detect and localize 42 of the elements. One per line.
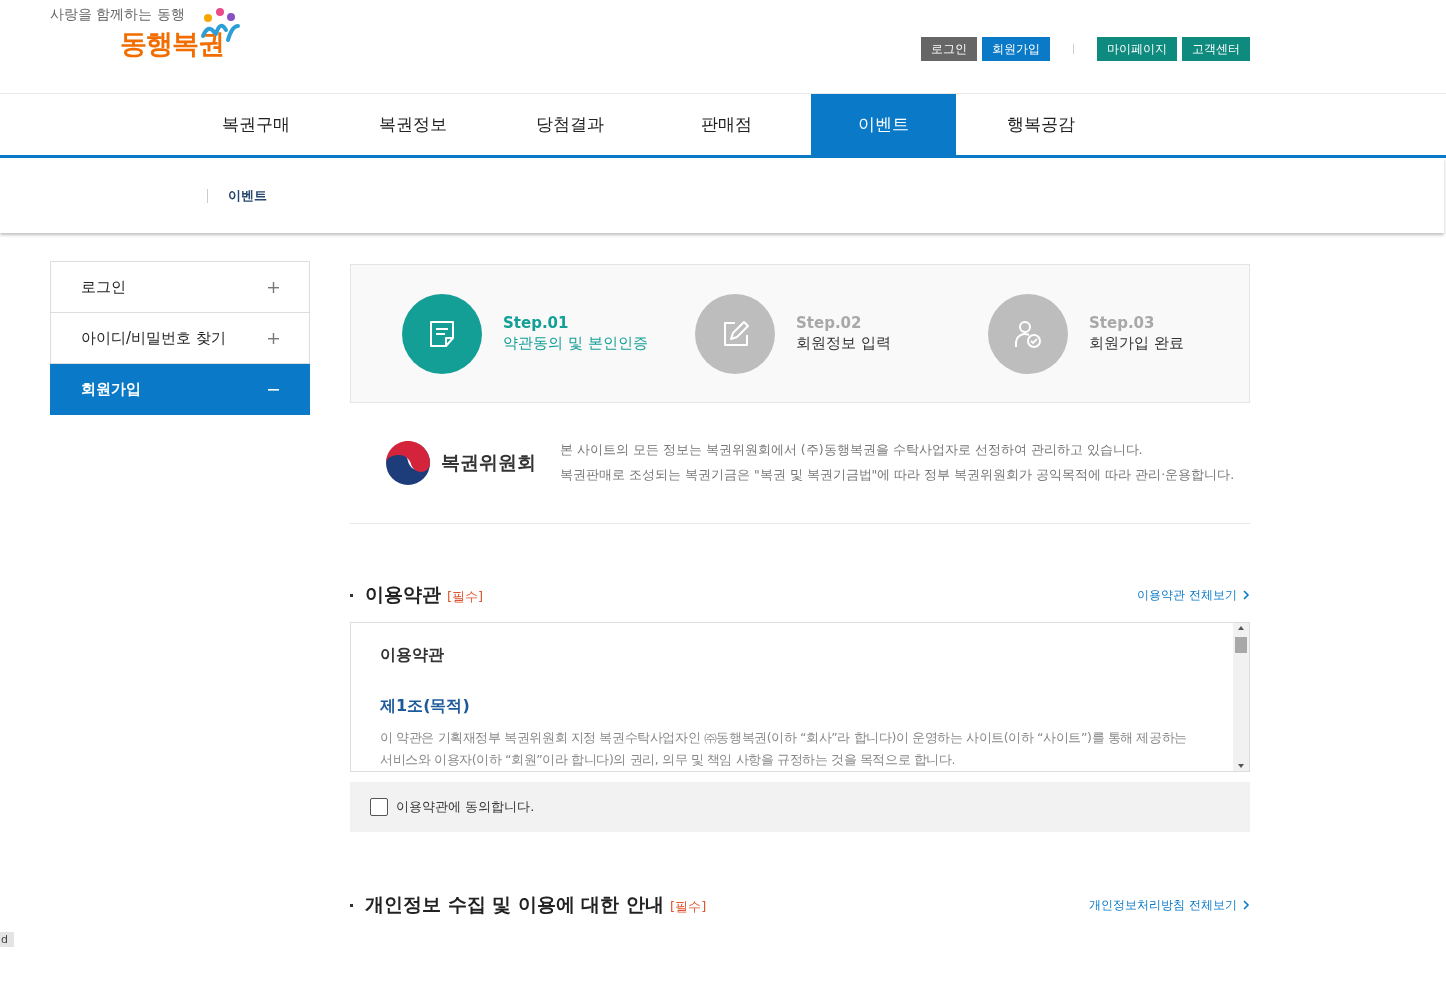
checkbox-label[interactable]: 이용약관에 동의합니다. xyxy=(396,798,535,816)
slogan: 사랑을 함께하는 동행 xyxy=(50,6,186,24)
nav-tab[interactable]: 이벤트 xyxy=(811,94,956,155)
chevron-right-icon xyxy=(1243,590,1250,600)
checkbox[interactable] xyxy=(370,798,388,816)
nav-tab[interactable]: 복권정보 xyxy=(340,94,485,155)
utility-link[interactable]: 회원가입 xyxy=(982,37,1050,61)
scroll-up-icon[interactable] xyxy=(1237,625,1245,631)
required-label: [필수] xyxy=(670,897,707,916)
nav-tab[interactable]: 판매점 xyxy=(654,94,799,155)
section-heading: 개인정보 수집 및 이용에 대한 안내 xyxy=(365,892,665,917)
scroll-down-icon[interactable] xyxy=(1237,763,1245,769)
nav-tab[interactable]: 당첨결과 xyxy=(497,94,642,155)
step-number: Step.02 xyxy=(796,314,863,332)
utility-link[interactable]: 고객센터 xyxy=(1182,37,1250,61)
view-all-link[interactable]: 이용약관 전체보기 xyxy=(1137,586,1250,604)
emblem-icon xyxy=(385,440,431,486)
chevron-right-icon xyxy=(1243,900,1250,910)
utility-link[interactable]: 마이페이지 xyxy=(1097,37,1177,61)
scroll-thumb[interactable] xyxy=(1235,637,1247,653)
corner-tag: d xyxy=(0,932,14,947)
sidebar-item[interactable]: 회원가입 xyxy=(50,364,310,415)
utility-link[interactable]: 로그인 xyxy=(921,37,977,61)
submenu-link[interactable]: 이벤트 xyxy=(228,186,267,205)
step-label: 회원정보 입력 xyxy=(796,334,892,353)
article-title: 제1조(목적) xyxy=(380,696,471,717)
view-all-link[interactable]: 개인정보처리방침 전체보기 xyxy=(1089,896,1250,914)
organization-name: 복권위원회 xyxy=(441,450,536,475)
step-number: Step.03 xyxy=(1089,314,1156,332)
sidebar-item[interactable]: 로그인 xyxy=(50,261,310,313)
step-number: Step.01 xyxy=(503,314,570,332)
required-label: [필수] xyxy=(447,587,484,606)
section-heading: 이용약관 xyxy=(365,582,441,607)
step-label: 약관동의 및 본인인증 xyxy=(503,334,649,353)
step-label: 회원가입 완료 xyxy=(1089,334,1185,353)
nav-tab[interactable]: 행복공감 xyxy=(968,94,1113,155)
terms-text: 이 약관은 기획재정부 복권위원회 지정 복권수탁사업자인 ㈜동행복권(이하 “회사”라 합니다)이 운영하는 사이트(이하 “사이트”)를 통해 제공하는 서비스와 이용자(이하 “회원”이라 합니다)의 권리, 의무 및 책임 사항을 규정하는 것을 목적으로 합니다. xyxy=(380,729,1188,769)
notice-text: 본 사이트의 모든 정보는 복권위원회에서 (주)동행복권을 수탁사업자로 선정하여 관리하고 있습니다. xyxy=(560,442,1144,459)
terms-heading: 이용약관 xyxy=(380,645,445,666)
nav-tab[interactable]: 복권구매 xyxy=(183,94,328,155)
notice-text: 복권판매로 조성되는 복권기금은 "복권 및 복권기금법"에 따라 정부 복권위원회가 공익목적에 따라 관리·운용합니다. xyxy=(560,467,1235,484)
scrollbar[interactable] xyxy=(1233,623,1249,771)
